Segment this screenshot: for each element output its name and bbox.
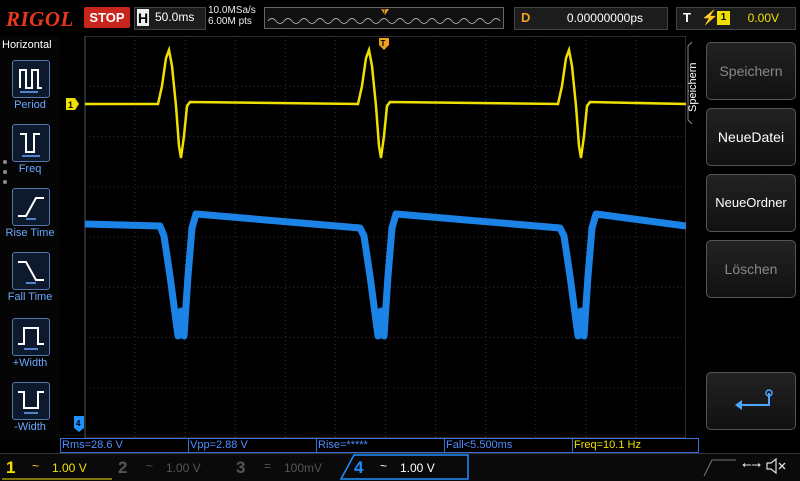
rise-time-button[interactable] [12, 188, 50, 226]
ch4-ground-letter: 4 [76, 419, 81, 428]
timebase-label: H [137, 9, 149, 26]
meas-rise[interactable]: Rise=***** [316, 438, 445, 453]
neue-datei-button[interactable]: NeueDatei [706, 108, 796, 166]
pos-width-button[interactable] [12, 318, 50, 356]
usb-icon: ⭠⭢ [742, 457, 762, 471]
delay-value: 0.00000000ps [566, 11, 643, 25]
delay-box[interactable]: D 0.00000000ps [514, 7, 668, 30]
meas-rms[interactable]: Rms=28.6 V [60, 438, 189, 453]
delay-label: D [521, 10, 531, 25]
neg-width-icon [18, 391, 44, 414]
meas-vpp[interactable]: Vpp=2.88 V [188, 438, 317, 453]
trigger-time-letter: T [381, 39, 386, 48]
rise-time-icon [18, 197, 44, 220]
trigger-label: T [683, 10, 691, 25]
overview-waveform-icon: T [267, 9, 501, 24]
ch2-coupling: ~ [146, 459, 154, 473]
timebase-value: 50.0ms [155, 10, 195, 24]
trigger-box[interactable]: T ⚡ 1 0.00V [676, 7, 796, 30]
ch2-number: 2 [118, 458, 128, 477]
ch4-active-frame [340, 454, 469, 480]
meas-freq-text: Freq=10.1 Hz [574, 439, 641, 451]
return-arrow-icon [735, 389, 773, 410]
meas-rms-text: Rms=28.6 V [62, 439, 123, 451]
loeschen-button[interactable]: Löschen [706, 240, 796, 298]
waveform-overview-map[interactable]: T [264, 7, 504, 29]
timebase-box[interactable]: H 50.0ms [134, 7, 206, 30]
ch3-coupling: = [264, 459, 272, 473]
freq-button[interactable] [12, 124, 50, 162]
freq-icon [20, 133, 40, 157]
menu-bracket [687, 41, 693, 125]
meas-fall-text: Fall<5.500ms [446, 439, 513, 451]
page-indicator [3, 160, 7, 184]
ch1-underline [2, 478, 112, 480]
fall-time-button[interactable] [12, 252, 50, 290]
rise-time-label: Rise Time [5, 227, 55, 239]
meas-rise-text: Rise=***** [318, 439, 368, 451]
ch3-number: 3 [236, 458, 246, 477]
overview-trigger-letter: T [383, 10, 387, 16]
measurement-bar: Rms=28.6 V Vpp=2.88 V Rise=***** Fall<5.… [60, 438, 700, 453]
freq-label: Freq [18, 163, 42, 175]
meas-fall[interactable]: Fall<5.500ms [444, 438, 573, 453]
speichern-button[interactable]: Speichern [706, 42, 796, 100]
brand-logo: RIGOL [6, 7, 74, 31]
ch1-offset-marker[interactable]: 1 [66, 98, 80, 110]
horizontal-measure-panel: Horizontal Period Freq Rise Time Fall Ti… [0, 36, 60, 440]
neg-width-label: -Width [14, 421, 46, 433]
run-stop-button[interactable]: STOP [84, 7, 130, 28]
period-icon [19, 69, 42, 93]
acquisition-info: 10.0MSa/s 6.00M pts [208, 5, 256, 27]
ch3-scale: 100mV [284, 461, 323, 475]
period-button[interactable] [12, 60, 50, 98]
trigger-level: 0.00V [747, 11, 779, 25]
sample-rate: 10.0MSa/s [208, 5, 256, 16]
trigger-source: 1 [717, 11, 730, 25]
ch2-status[interactable]: 2 ~ 1.00 V [116, 456, 226, 480]
ch2-scale: 1.00 V [166, 461, 201, 475]
ch1-offset-letter: 1 [68, 100, 73, 110]
rising-edge-icon: ⚡ [701, 9, 719, 25]
meas-vpp-text: Vpp=2.88 V [190, 439, 248, 451]
return-button[interactable] [706, 372, 796, 430]
memory-depth: 6.00M pts [208, 16, 252, 27]
menu-tab-icon [703, 459, 736, 477]
meas-freq[interactable]: Freq=10.1 Hz [572, 438, 699, 453]
fall-time-icon [18, 261, 44, 284]
waveform-display[interactable]: T 4 [60, 36, 686, 438]
neg-width-button[interactable] [12, 382, 50, 420]
fall-time-label: Fall Time [7, 291, 53, 303]
period-label: Period [14, 99, 46, 111]
pos-width-label: +Width [12, 357, 48, 369]
pos-width-icon [18, 327, 44, 350]
speaker-muted-icon[interactable] [764, 456, 788, 476]
panel-title: Horizontal [2, 39, 52, 51]
neue-ordner-button[interactable]: NeueOrdner [706, 174, 796, 232]
ch3-status[interactable]: 3 = 100mV [234, 456, 344, 480]
